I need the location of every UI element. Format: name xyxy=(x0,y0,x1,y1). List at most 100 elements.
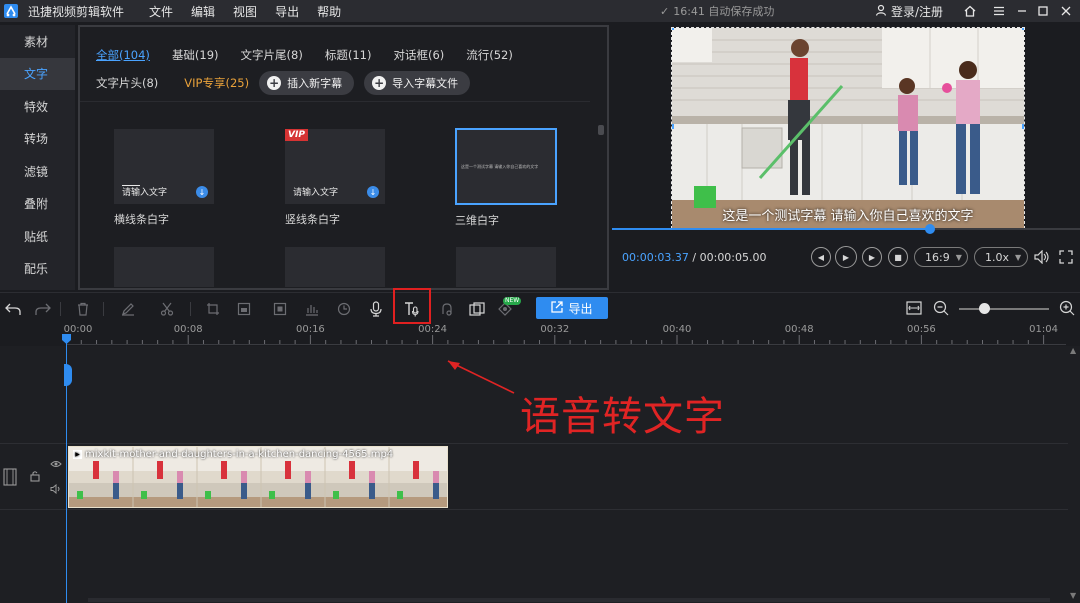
speed-select[interactable]: 1.0x ▼ xyxy=(974,247,1028,267)
menu-help[interactable]: 帮助 xyxy=(308,3,350,20)
preview-progress-bar[interactable] xyxy=(612,224,1080,234)
undo-icon[interactable] xyxy=(3,299,23,319)
resize-handle[interactable] xyxy=(672,124,674,129)
template-placeholder xyxy=(114,247,214,287)
picture-in-picture-icon[interactable] xyxy=(467,299,487,319)
clip-filename: mixkit-mother-and-daughters-in-a-kitchen… xyxy=(85,449,394,460)
nav-item-text[interactable]: 文字 xyxy=(0,57,75,90)
tab-all[interactable]: 全部(104) xyxy=(96,47,150,63)
nav-item-music[interactable]: 配乐 xyxy=(0,253,75,286)
fullscreen-icon[interactable] xyxy=(1056,247,1076,267)
previous-frame-icon[interactable]: ◀ xyxy=(811,247,831,267)
nav-item-effects[interactable]: 特效 xyxy=(0,90,75,123)
timeline-horizontal-scrollbar[interactable] xyxy=(88,598,1050,602)
delete-icon[interactable] xyxy=(73,299,93,319)
insert-subtitle-button[interactable]: + 插入新字幕 xyxy=(259,71,355,95)
divider xyxy=(80,101,590,102)
close-icon[interactable] xyxy=(1057,2,1075,20)
mosaic-icon[interactable] xyxy=(234,299,254,319)
cut-icon[interactable] xyxy=(157,299,177,319)
import-subtitle-button[interactable]: + 导入字幕文件 xyxy=(364,71,471,95)
zoom-in-icon[interactable] xyxy=(1057,298,1077,318)
minimize-icon[interactable] xyxy=(1013,2,1031,20)
scroll-up-icon[interactable]: ▲ xyxy=(1070,346,1076,355)
filmstrip-icon xyxy=(3,468,17,489)
tab-title[interactable]: 标题(11) xyxy=(325,47,372,63)
freeze-frame-icon[interactable] xyxy=(270,299,290,319)
menu-file[interactable]: 文件 xyxy=(140,3,182,20)
progress-fill xyxy=(612,228,931,230)
download-icon[interactable]: ↓ xyxy=(196,186,208,198)
aspect-ratio-select[interactable]: 16:9 ▼ xyxy=(914,247,968,267)
login-button[interactable]: 登录/注册 xyxy=(875,3,943,20)
toolbar-separator xyxy=(190,302,191,316)
tab-vip[interactable]: VIP专享(25) xyxy=(184,75,249,91)
tts-icon[interactable] xyxy=(437,299,457,319)
home-icon[interactable] xyxy=(961,2,979,20)
tab-text-opening[interactable]: 文字片头(8) xyxy=(96,75,158,91)
play-icon[interactable]: ▶ xyxy=(835,246,857,268)
resize-handle[interactable] xyxy=(1022,124,1024,129)
template-3d-white[interactable]: 这是一个测试字幕 请输入你自己喜欢的文字 三维白字 xyxy=(455,128,557,228)
download-icon[interactable]: ↓ xyxy=(367,186,379,198)
menu-view[interactable]: 视图 xyxy=(224,3,266,20)
left-nav: 素材 文字 特效 转场 滤镜 叠附 贴纸 配乐 xyxy=(0,25,75,290)
plus-icon: + xyxy=(372,76,387,90)
plus-icon: + xyxy=(267,76,282,90)
zoom-out-icon[interactable] xyxy=(931,298,951,318)
ruler-tick-label: 00:24 xyxy=(418,324,448,335)
timeline-vertical-scrollbar[interactable]: ▲ ▼ xyxy=(1070,346,1078,600)
template-horizontal-line-white[interactable]: 请输入文字 ↓ 横线条白字 xyxy=(114,129,214,227)
subtitle-track-marker[interactable] xyxy=(64,364,72,386)
fit-timeline-icon[interactable] xyxy=(904,298,924,318)
zoom-slider-knob[interactable] xyxy=(979,303,990,314)
duration-icon[interactable] xyxy=(334,299,354,319)
nav-item-transitions[interactable]: 转场 xyxy=(0,123,75,156)
nav-item-overlay[interactable]: 叠附 xyxy=(0,188,75,221)
nav-item-media[interactable]: 素材 xyxy=(0,25,75,58)
preview-panel: 这是一个测试字幕 请输入你自己喜欢的文字 00:00:03.37 / 00:00… xyxy=(612,25,1080,290)
video-clip[interactable]: ▶ mixkit-mother-and-daughters-in-a-kitch… xyxy=(68,446,448,508)
volume-icon[interactable] xyxy=(1032,247,1052,267)
speaker-icon[interactable] xyxy=(50,483,62,497)
tab-basic[interactable]: 基础(19) xyxy=(172,47,219,63)
nav-item-filters[interactable]: 滤镜 xyxy=(0,155,75,188)
eye-icon[interactable] xyxy=(50,458,62,471)
ruler-tick-label: 01:04 xyxy=(1029,324,1059,335)
scroll-down-icon[interactable]: ▼ xyxy=(1070,591,1076,600)
audio-levels-icon[interactable] xyxy=(302,299,322,319)
tab-text-ending[interactable]: 文字片尾(8) xyxy=(241,47,303,63)
resize-handle[interactable] xyxy=(672,28,674,30)
microphone-icon[interactable] xyxy=(366,299,386,319)
tab-dialog[interactable]: 对话框(6) xyxy=(393,47,444,63)
app-logo-icon xyxy=(0,0,22,22)
tab-popular[interactable]: 流行(52) xyxy=(466,47,513,63)
timeline-ruler[interactable]: 00:00 00:08 00:16 00:24 00:32 00:40 00:48 00:56… xyxy=(63,324,1080,346)
video-preview[interactable]: 这是一个测试字幕 请输入你自己喜欢的文字 xyxy=(671,27,1025,229)
nav-item-stickers[interactable]: 贴纸 xyxy=(0,220,75,253)
ruler-tick-label: 00:16 xyxy=(295,324,325,335)
library-scrollbar[interactable] xyxy=(597,105,605,285)
stop-icon[interactable]: ■ xyxy=(888,247,908,267)
menu-edit[interactable]: 编辑 xyxy=(182,3,224,20)
settings-icon[interactable] xyxy=(990,2,1008,20)
toolbar-separator xyxy=(103,302,104,316)
app-name: 迅捷视频剪辑软件 xyxy=(28,4,125,19)
ruler-tick-label: 00:00 xyxy=(63,324,93,335)
resize-handle[interactable] xyxy=(1022,28,1024,30)
lock-icon[interactable] xyxy=(30,470,40,485)
template-vertical-line-white[interactable]: VIP 请输入文字 ↓ 竖线条白字 xyxy=(285,129,385,227)
scrollbar-thumb[interactable] xyxy=(598,125,604,135)
crop-icon[interactable] xyxy=(203,299,223,319)
menu-export[interactable]: 导出 xyxy=(266,3,308,20)
video-caption-text[interactable]: 这是一个测试字幕 请输入你自己喜欢的文字 xyxy=(672,205,1024,224)
edit-icon[interactable] xyxy=(118,299,138,319)
redo-icon[interactable] xyxy=(33,299,53,319)
progress-knob[interactable] xyxy=(925,224,936,234)
autosave-status: ✓ 16:41 自动保存成功 xyxy=(660,3,774,19)
category-tabs: 全部(104) 基础(19) 文字片尾(8) 标题(11) 对话框(6) 流行(… xyxy=(96,47,535,63)
maximize-icon[interactable] xyxy=(1034,2,1052,20)
export-button[interactable]: 导出 xyxy=(536,297,608,319)
next-frame-icon[interactable]: ▶ xyxy=(862,247,882,267)
zoom-slider[interactable] xyxy=(959,308,1049,310)
